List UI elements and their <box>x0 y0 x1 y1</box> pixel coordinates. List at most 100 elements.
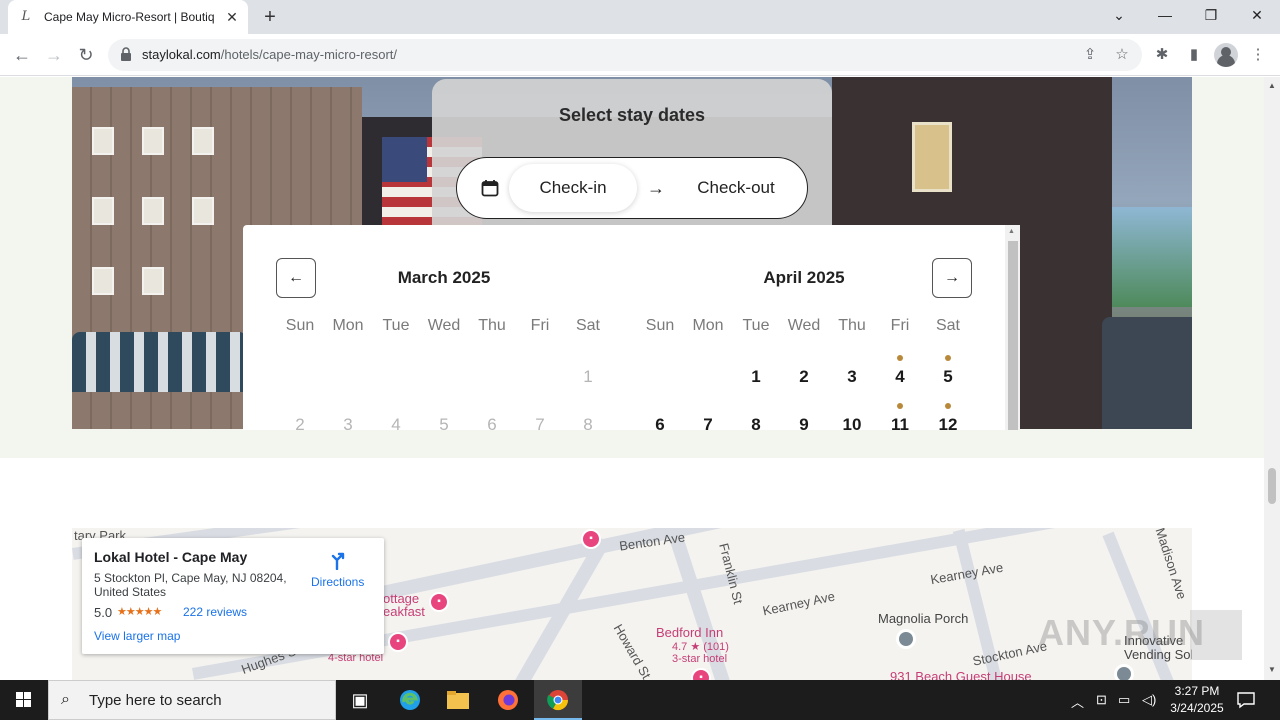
hotel-pin-icon[interactable]: ▪ <box>388 632 408 652</box>
network-icon[interactable]: ▭ <box>1118 692 1130 708</box>
rating-stars-icon: ★★★★★ <box>117 606 162 618</box>
poi-magnolia-porch[interactable]: Magnolia Porch <box>878 611 968 626</box>
place-address: 5 Stockton Pl, Cape May, NJ 08204, Unite… <box>94 571 287 599</box>
calendar-day[interactable]: 8 <box>732 413 780 430</box>
weekday-header: Tue <box>742 317 770 334</box>
weekday-header: Sun <box>645 317 675 334</box>
clock-date: 3/24/2025 <box>1170 701 1224 715</box>
directions-link[interactable]: Directions <box>311 575 364 589</box>
minimize-button[interactable]: — <box>1142 0 1188 30</box>
street-label: Kearney Ave <box>761 588 837 619</box>
url-text: staylokal.com/hotels/cape-may-micro-reso… <box>142 47 397 62</box>
poi-bedford-inn[interactable]: Bedford Inn <box>656 625 723 640</box>
weekday-header: Tue <box>382 317 410 334</box>
calendar-day: 7 <box>535 415 545 430</box>
page-scrollbar[interactable]: ▲ ▼ <box>1264 77 1280 680</box>
weekday-header: Fri <box>890 317 910 334</box>
network-adapter-icon[interactable]: ⊡ <box>1096 692 1107 708</box>
clock-time: 3:27 PM <box>1174 684 1220 698</box>
page-scroll-thumb[interactable] <box>1268 468 1276 504</box>
calendar-day: 2 <box>295 415 305 430</box>
check-out-button[interactable]: Check-out <box>673 164 799 212</box>
directions-icon[interactable] <box>328 550 348 570</box>
hotel-pin-icon[interactable]: ▪ <box>429 592 449 612</box>
file-explorer-icon[interactable] <box>434 680 482 720</box>
site-favicon-icon: L <box>21 9 31 24</box>
place-pin-icon[interactable] <box>1114 664 1134 680</box>
place-rating: 5.0 <box>94 605 113 620</box>
restore-button[interactable]: ❐ <box>1188 0 1234 30</box>
calendar-day[interactable]: 2 <box>780 365 828 389</box>
tab-title: Cape May Micro-Resort | Boutiq <box>44 10 215 24</box>
calendar-day: 4 <box>391 415 401 430</box>
calendar-day[interactable]: 9 <box>780 413 828 430</box>
forward-button[interactable]: → <box>41 42 67 68</box>
search-placeholder: Type here to search <box>89 692 222 709</box>
scroll-up-arrow-icon[interactable]: ▲ <box>1008 228 1015 235</box>
tab-search-icon[interactable]: ⌄ <box>1096 0 1142 30</box>
calendar-day[interactable]: 10 <box>828 413 876 430</box>
windows-logo-icon <box>16 692 31 707</box>
edge-browser-icon[interactable] <box>386 680 434 720</box>
page-viewport: Select stay dates Check-in → Check-out ←… <box>0 77 1264 680</box>
weekday-header: Sat <box>575 317 600 334</box>
browser-tab[interactable]: L Cape May Micro-Resort | Boutiq ✕ <box>8 0 248 34</box>
parked-truck <box>1102 317 1192 429</box>
date-range-field[interactable]: Check-in → Check-out <box>456 157 808 219</box>
side-panel-icon[interactable]: ▮ <box>1182 43 1206 67</box>
close-window-button[interactable]: ✕ <box>1234 0 1280 30</box>
hotel-pin-icon[interactable]: ▪ <box>691 668 711 680</box>
system-clock[interactable]: 3:27 PM 3/24/2025 <box>1164 683 1230 717</box>
calendar-popup: ← → March 2025 April 2025 ▲ Sun Mon Tue Wed… <box>243 225 1020 430</box>
month-title-march: March 2025 <box>397 268 491 287</box>
url-path: /hotels/cape-may-micro-resort/ <box>220 47 398 62</box>
check-in-button[interactable]: Check-in <box>509 164 637 212</box>
task-view-icon[interactable]: ▣ <box>336 680 384 720</box>
calendar-scrollbar[interactable]: ▲ <box>1005 225 1020 430</box>
lock-icon <box>121 47 131 61</box>
calendar-day[interactable]: 7 <box>684 413 732 430</box>
calendar-day[interactable]: 5 <box>924 365 972 389</box>
back-button[interactable]: ← <box>9 42 35 68</box>
taskbar-search[interactable]: ⌕ Type here to search <box>48 680 336 720</box>
google-map[interactable]: tary Park Benton Ave Franklin St Kearney… <box>72 528 1192 680</box>
firefox-icon[interactable] <box>484 680 532 720</box>
chrome-menu-icon[interactable]: ⋮ <box>1246 43 1270 67</box>
tray-chevron-icon[interactable]: ︿ <box>1071 692 1084 711</box>
calendar-day[interactable]: 4 <box>876 365 924 389</box>
poi-bedford-rating: 4.7 ★ (101) <box>672 641 729 653</box>
calendar-day[interactable]: 6 <box>636 413 684 430</box>
close-tab-icon[interactable]: ✕ <box>224 9 240 25</box>
place-pin-icon[interactable] <box>896 629 916 649</box>
new-tab-button[interactable]: + <box>258 5 282 29</box>
extensions-icon[interactable]: ✱ <box>1150 43 1174 67</box>
share-icon[interactable]: ⇪ <box>1080 45 1100 65</box>
address-bar[interactable]: staylokal.com/hotels/cape-may-micro-reso… <box>108 39 1142 71</box>
calendar-day: 5 <box>439 415 449 430</box>
weekday-header: Wed <box>787 317 821 334</box>
notification-icon[interactable] <box>1236 690 1256 710</box>
calendar-day[interactable]: 1 <box>732 365 780 389</box>
availability-dot-icon <box>945 355 951 361</box>
volume-icon[interactable]: ◁) <box>1142 692 1156 708</box>
calendar-day[interactable]: 11 <box>876 413 924 430</box>
scroll-up-arrow-icon[interactable]: ▲ <box>1268 81 1276 90</box>
hotel-pin-icon[interactable]: ▪ <box>581 529 601 549</box>
date-selector-title: Select stay dates <box>558 105 706 125</box>
calendar-day[interactable]: 12 <box>924 413 972 430</box>
chrome-icon[interactable] <box>534 680 582 720</box>
bookmark-star-icon[interactable]: ☆ <box>1112 45 1132 65</box>
calendar-scroll-thumb[interactable] <box>1008 241 1018 430</box>
scroll-down-arrow-icon[interactable]: ▼ <box>1268 665 1276 674</box>
view-larger-map-link[interactable]: View larger map <box>94 629 180 643</box>
arrow-right-icon: → <box>647 178 665 198</box>
reviews-link[interactable]: 222 reviews <box>183 605 247 619</box>
profile-avatar[interactable] <box>1214 43 1238 67</box>
start-button[interactable] <box>0 680 48 720</box>
url-host: staylokal.com <box>142 47 221 62</box>
browser-toolbar: ← → ↻ staylokal.com/hotels/cape-may-micr… <box>0 34 1280 76</box>
reload-button[interactable]: ↻ <box>73 42 99 68</box>
calendar-day[interactable]: 3 <box>828 365 876 389</box>
poi-beach-guest-house[interactable]: 931 Beach Guest House <box>890 669 1032 680</box>
poi-label[interactable]: eakfast <box>383 604 425 619</box>
